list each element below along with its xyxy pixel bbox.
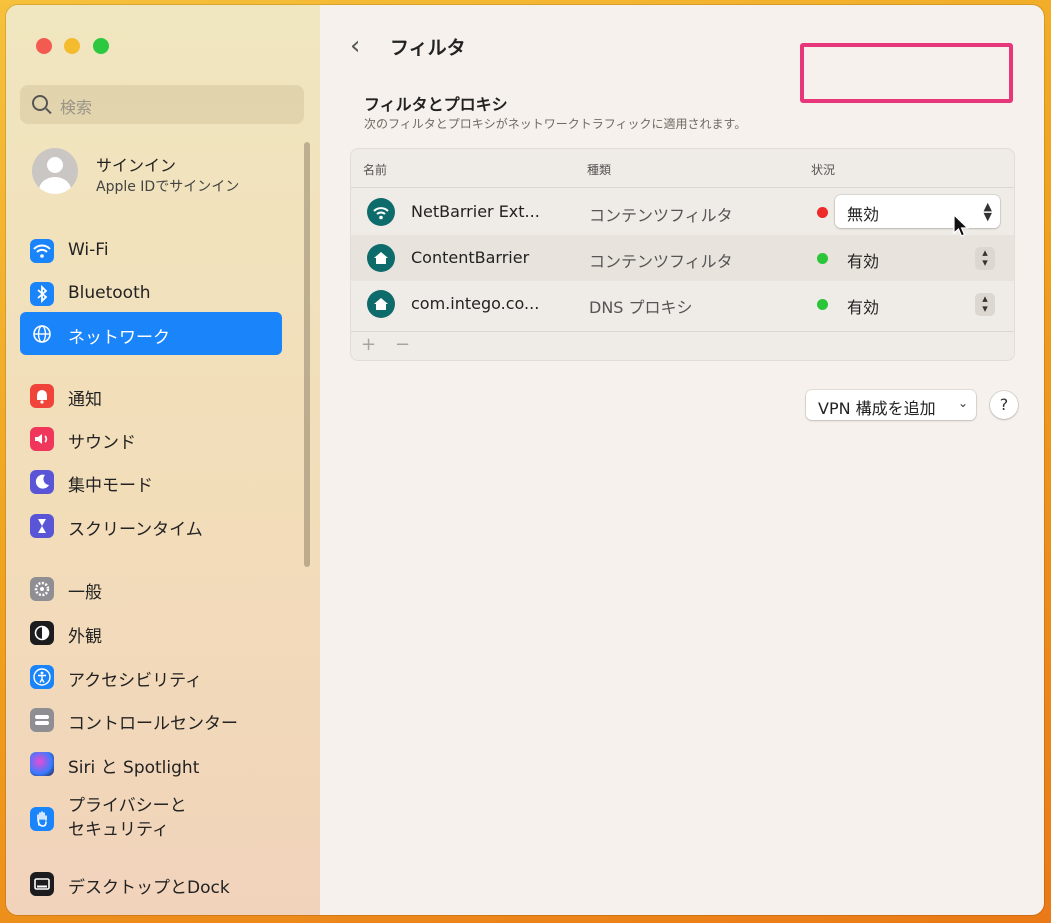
status-select[interactable]: 無効 ▲ ▼ [835,195,1000,228]
sidebar-item-siri-spotlight[interactable]: Siri と Spotlight [20,742,282,785]
vpn-button-label: VPN 構成を追加 [818,399,936,418]
sidebar: 検索 サインイン Apple IDでサインイン Wi-Fi Bluetooth [6,5,320,915]
column-header-type[interactable]: 種類 [587,161,611,178]
sidebar-item-sound[interactable]: サウンド [20,417,282,460]
status-dot [817,207,828,218]
sidebar-item-accessibility[interactable]: アクセシビリティ [20,655,282,698]
sidebar-item-general[interactable]: 一般 [20,567,282,610]
status-value: 有効 [847,252,880,271]
profile-subtitle: Apple IDでサインイン [96,179,240,195]
sidebar-item-label: スクリーンタイム [68,520,203,540]
dock-icon [30,872,54,896]
sidebar-item-desktop-dock[interactable]: デスクトップとDock [20,862,282,905]
hourglass-icon [30,514,54,538]
sidebar-item-wifi[interactable]: Wi-Fi [20,229,282,272]
section-title: フィルタとプロキシ [364,95,508,114]
page-title: フィルタ [390,37,466,59]
status-select-value: 無効 [847,205,880,224]
row-type: コンテンツフィルタ [589,252,733,271]
row-type: コンテンツフィルタ [589,206,733,225]
table-footer: + − [351,331,1014,360]
search-icon [32,95,48,111]
help-button[interactable]: ? [990,391,1018,419]
netbarrier-wifi-icon [367,198,395,226]
table-row[interactable]: com.intego.co... DNS プロキシ 有効 ▴ ▾ [351,281,1014,327]
hand-icon [30,807,54,831]
sidebar-item-label: Siri と Spotlight [68,758,200,778]
intego-house-icon [367,290,395,318]
sidebar-item-bluetooth[interactable]: Bluetooth [20,272,282,315]
column-header-status[interactable]: 状況 [811,161,835,178]
profile-name: サインイン [96,156,177,175]
back-chevron-icon[interactable]: ‹ [350,31,360,61]
avatar [32,148,78,194]
add-filter-button[interactable]: + [361,334,376,355]
search-placeholder: 検索 [60,98,93,117]
table-row[interactable]: ContentBarrier コンテンツフィルタ 有効 ▴ ▾ [351,235,1014,281]
minimize-window-button[interactable] [64,38,80,54]
row-type: DNS プロキシ [589,298,693,317]
sidebar-item-label: ネットワーク [68,328,170,348]
sidebar-item-label: デスクトップとDock [68,878,230,898]
table-header: 名前 種類 状況 [351,149,1014,188]
row-name: com.intego.co... [411,294,540,313]
highlight-annotation [800,43,1013,103]
globe-icon [30,322,54,346]
section-subtitle: 次のフィルタとプロキシがネットワークトラフィックに適用されます。 [364,117,747,131]
updown-chevron-icon: ▲ ▼ [983,200,992,223]
sidebar-item-label: サウンド [68,433,136,453]
sidebar-item-label: Wi-Fi [68,240,109,260]
moon-icon [30,470,54,494]
sidebar-item-label: プライバシーと セキュリティ [68,796,187,840]
appearance-icon [30,621,54,645]
add-vpn-config-button[interactable]: VPN 構成を追加 ⌄ [806,390,976,420]
sidebar-item-privacy-security[interactable]: プライバシーと セキュリティ [20,793,282,843]
sidebar-item-label: 外観 [68,627,102,647]
sidebar-item-focus[interactable]: 集中モード [20,460,282,503]
sidebar-item-notifications[interactable]: 通知 [20,374,282,417]
row-name: ContentBarrier [411,248,530,267]
sidebar-item-control-center[interactable]: コントロールセンター [20,698,282,741]
speaker-icon [30,427,54,451]
close-window-button[interactable] [36,38,52,54]
sidebar-item-label: 集中モード [68,476,153,496]
settings-window: 検索 サインイン Apple IDでサインイン Wi-Fi Bluetooth [6,5,1044,915]
status-stepper[interactable]: ▴ ▾ [975,247,995,270]
status-stepper[interactable]: ▴ ▾ [975,293,995,316]
remove-filter-button[interactable]: − [395,334,410,355]
sidebar-scrollbar[interactable] [302,142,312,567]
sidebar-item-label: アクセシビリティ [68,671,203,691]
sidebar-item-network[interactable]: ネットワーク [20,312,282,355]
row-name: NetBarrier Ext... [411,202,540,221]
siri-icon [30,752,54,776]
chevron-down-icon: ⌄ [957,396,968,410]
accessibility-icon [30,665,54,689]
sidebar-item-appearance[interactable]: 外観 [20,611,282,654]
search-field[interactable]: 検索 [20,85,304,124]
bluetooth-icon [30,282,54,306]
mouse-cursor-icon [953,214,969,237]
table-row[interactable]: NetBarrier Ext... コンテンツフィルタ 無効 ▲ ▼ [351,189,1014,235]
sidebar-item-label: 通知 [68,390,102,410]
sidebar-scroll-thumb[interactable] [304,142,310,567]
gear-icon [30,577,54,601]
bell-icon [30,384,54,408]
column-header-name[interactable]: 名前 [363,161,387,178]
sidebar-item-label: 一般 [68,583,102,603]
wifi-icon [30,239,54,263]
sidebar-item-label: コントロールセンター [68,714,238,734]
zoom-window-button[interactable] [93,38,109,54]
status-dot [817,253,828,264]
filters-table: 名前 種類 状況 NetBarrier Ext... コンテンツフィルタ 無効 … [350,148,1015,361]
sidebar-item-screen-time[interactable]: スクリーンタイム [20,504,282,547]
status-value: 有効 [847,298,880,317]
status-dot [817,299,828,310]
main-pane: ‹ フィルタ フィルタとプロキシ 次のフィルタとプロキシがネットワークトラフィッ… [320,5,1044,915]
control-center-icon [30,708,54,732]
sidebar-item-label: Bluetooth [68,283,151,303]
contentbarrier-house-icon [367,244,395,272]
